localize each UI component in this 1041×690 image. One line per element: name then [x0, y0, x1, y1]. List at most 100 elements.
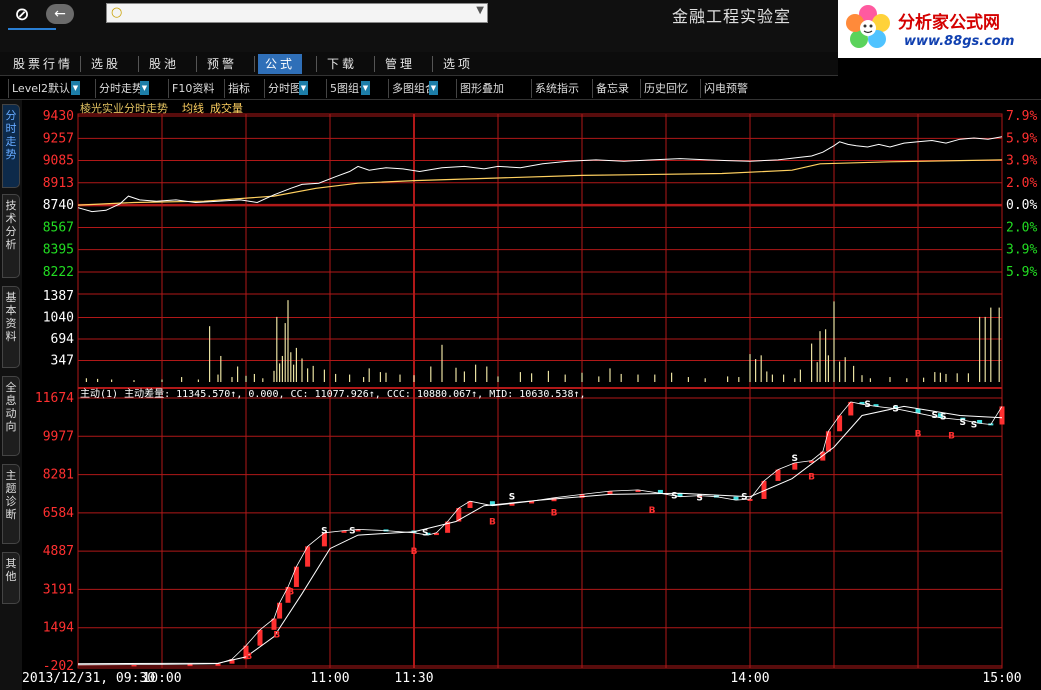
volume-axis-label: 1387: [43, 289, 74, 304]
price-axis-label: 8222: [43, 265, 74, 280]
chart-toolbar: Level2默认 ▼ 分时走势 ▼ F10资料 指标 分时图 ▼ 5图组合 ▼ 多图组合 ▼ 图形叠加系…: [0, 78, 1041, 100]
time-axis-label: 14:00: [730, 671, 769, 686]
time-axis-label: 11:00: [310, 671, 349, 686]
signal-marker-s: S: [971, 420, 977, 430]
toolbar-item-3[interactable]: 指标: [224, 79, 258, 98]
indicator-axis-label: 4887: [43, 544, 74, 559]
signal-marker-s: S: [321, 526, 327, 536]
menu-item-5[interactable]: 下载: [320, 54, 364, 74]
side-tab-4[interactable]: 主题诊断: [2, 464, 20, 544]
signal-marker-b: B: [245, 652, 252, 662]
signal-marker-s: S: [422, 529, 428, 539]
signal-marker-b: B: [287, 587, 294, 597]
toolbar-item-10[interactable]: 历史回忆: [640, 79, 694, 98]
main-menu: 股票行情 选股 股池 预警 公式 下载 管理 选项: [0, 52, 838, 76]
back-arrow-icon[interactable]: ←: [46, 4, 74, 24]
price-axis-label: 8740: [43, 198, 74, 213]
signal-marker-b: B: [551, 508, 558, 518]
percent-axis-label: 2.0%: [1006, 220, 1037, 235]
percent-axis-label: 0.0%: [1006, 198, 1037, 213]
indicator-axis-label: 3191: [43, 582, 74, 597]
price-axis-label: 8913: [43, 176, 74, 191]
dropdown-arrow-icon[interactable]: ▼: [361, 81, 370, 95]
chevron-down-icon[interactable]: ▼: [476, 5, 484, 16]
toolbar-item-2[interactable]: F10资料: [168, 79, 222, 98]
brand-name: 分析家公式网: [898, 13, 1000, 33]
menu-separator: [138, 56, 139, 72]
menu-separator: [80, 56, 81, 72]
time-axis-label: 10:00: [142, 671, 181, 686]
menu-item-2[interactable]: 股池: [142, 54, 186, 74]
menu-separator: [196, 56, 197, 72]
indicator-bar: [825, 431, 831, 452]
side-tab-2[interactable]: 基本资料: [2, 286, 20, 368]
signal-marker-b: B: [915, 429, 922, 439]
volume-axis-label: 347: [51, 353, 74, 368]
toolbar-item-8[interactable]: 系统指示: [531, 79, 587, 98]
indicator-axis-label: 11674: [35, 391, 74, 406]
toolbar-item-7[interactable]: 图形叠加: [456, 79, 512, 98]
signal-marker-b: B: [649, 506, 656, 516]
side-tab-5[interactable]: 其他: [2, 552, 20, 604]
menu-item-4[interactable]: 公式: [258, 54, 303, 74]
signal-marker-b: B: [808, 472, 815, 482]
dropdown-arrow-icon[interactable]: ▼: [299, 81, 308, 95]
price-axis-label: 8567: [43, 220, 74, 235]
brand-logo: 分析家公式网 www.88gs.com: [838, 0, 1041, 58]
brand-url[interactable]: www.88gs.com: [904, 34, 1014, 49]
signal-marker-b: B: [489, 518, 496, 528]
toolbar-item-11[interactable]: 闪电预警: [700, 79, 756, 98]
indicator-axis-label: 6584: [43, 506, 74, 521]
signal-marker-b: B: [948, 432, 955, 442]
side-tab-0[interactable]: 分时走势: [2, 104, 20, 188]
menu-separator: [374, 56, 375, 72]
price-axis-label: 9257: [43, 131, 74, 146]
price-axis-label: 9085: [43, 154, 74, 169]
menu-separator: [432, 56, 433, 72]
time-axis-label: 15:00: [982, 671, 1021, 686]
indicator-smooth-line: [77, 405, 1003, 665]
signal-marker-s: S: [671, 491, 677, 501]
signal-marker-s: S: [509, 492, 515, 502]
search-icon: ○: [111, 5, 123, 20]
menu-item-7[interactable]: 选项: [436, 54, 480, 74]
menu-item-6[interactable]: 管理: [378, 54, 422, 74]
flower-logo-icon: [846, 5, 890, 48]
side-tab-3[interactable]: 全息动向: [2, 376, 20, 456]
toolbar-item-9[interactable]: 备忘录: [592, 79, 636, 98]
signal-marker-s: S: [892, 404, 898, 414]
intraday-chart[interactable]: 9430 7.9% 9257 5.9% 9085 3.9% 8913 2.0% 8740 0.0%…: [22, 100, 1041, 690]
time-axis-label: 11:30: [394, 671, 433, 686]
signal-marker-s: S: [792, 454, 798, 464]
indicator-axis-label: 9977: [43, 429, 74, 444]
signal-marker-s: S: [349, 526, 355, 536]
signal-marker-b: B: [411, 547, 418, 557]
search-input[interactable]: ○ ▼: [106, 3, 488, 23]
signal-marker-b: B: [273, 630, 280, 640]
percent-axis-label: 5.9%: [1006, 265, 1037, 280]
menu-item-1[interactable]: 选股: [84, 54, 128, 74]
signal-marker-s: S: [932, 411, 938, 421]
volume-axis-label: 1040: [43, 311, 74, 326]
dropdown-arrow-icon[interactable]: ▼: [71, 81, 80, 95]
legend-volume: 成交量: [210, 101, 243, 115]
legend-avg: 均线: [182, 101, 204, 115]
side-tab-1[interactable]: 技术分析: [2, 194, 20, 278]
percent-axis-label: 2.0%: [1006, 176, 1037, 191]
signal-marker-s: S: [741, 492, 747, 502]
logo-underline: [8, 28, 56, 30]
percent-axis-label: 7.9%: [1006, 109, 1037, 124]
percent-axis-label: 3.9%: [1006, 154, 1037, 169]
signal-marker-s: S: [864, 400, 870, 410]
indicator-legend: 主动(1) 主动差量: 11345.570↑, 0.000, CC: 11077…: [80, 387, 586, 400]
indicator-bar: [277, 602, 283, 619]
indicator-axis-label: 8281: [43, 468, 74, 483]
percent-axis-label: 3.9%: [1006, 243, 1037, 258]
app-logo-icon[interactable]: ⊘: [6, 4, 38, 26]
menu-item-0[interactable]: 股票行情: [6, 54, 80, 74]
price-axis-label: 9430: [43, 109, 74, 124]
menu-item-3[interactable]: 预警: [200, 54, 244, 74]
dropdown-arrow-icon[interactable]: ▼: [140, 81, 149, 95]
dropdown-arrow-icon[interactable]: ▼: [429, 81, 438, 95]
indicator-main-line: [77, 401, 1003, 666]
